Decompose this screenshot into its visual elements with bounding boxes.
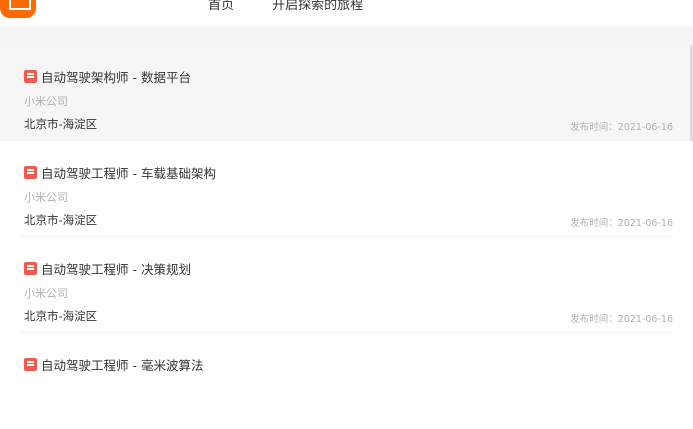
section-gap (0, 28, 693, 45)
job-date: 发布时间：2021-06-16 (570, 122, 673, 133)
job-card[interactable]: 自动驾驶工程师 - 决策规划 小米公司 北京市-海淀区 发布时间：2021-06… (0, 237, 693, 333)
top-navbar: 首页 开启探索的旅程 (0, 0, 693, 28)
job-title[interactable]: 自动驾驶架构师 - 数据平台 (41, 67, 191, 86)
nav-home[interactable]: 首页 (208, 0, 234, 13)
job-title-row: 自动驾驶工程师 - 车载基础架构 (24, 163, 216, 182)
job-location: 北京市-海淀区 (24, 213, 98, 227)
job-card[interactable]: 自动驾驶工程师 - 毫米波算法 (0, 333, 693, 429)
job-location: 北京市-海淀区 (24, 309, 98, 323)
job-title[interactable]: 自动驾驶工程师 - 决策规划 (41, 259, 191, 278)
job-title-row: 自动驾驶架构师 - 数据平台 (24, 67, 191, 86)
nav-explore[interactable]: 开启探索的旅程 (272, 0, 363, 13)
mi-logo-icon[interactable] (0, 0, 36, 18)
job-list: 自动驾驶架构师 - 数据平台 小米公司 北京市-海淀区 发布时间：2021-06… (0, 45, 693, 429)
job-date: 发布时间：2021-06-16 (570, 218, 673, 229)
job-title[interactable]: 自动驾驶工程师 - 毫米波算法 (41, 355, 203, 374)
job-company: 小米公司 (24, 95, 68, 108)
job-company: 小米公司 (24, 287, 68, 300)
job-title-row: 自动驾驶工程师 - 毫米波算法 (24, 355, 203, 374)
job-badge-icon (24, 70, 37, 83)
job-location: 北京市-海淀区 (24, 117, 98, 131)
job-badge-icon (24, 166, 37, 179)
job-title-row: 自动驾驶工程师 - 决策规划 (24, 259, 191, 278)
main-nav: 首页 开启探索的旅程 (208, 0, 397, 13)
job-title[interactable]: 自动驾驶工程师 - 车载基础架构 (41, 163, 216, 182)
job-company: 小米公司 (24, 191, 68, 204)
job-badge-icon (24, 358, 37, 371)
job-badge-icon (24, 262, 37, 275)
job-date: 发布时间：2021-06-16 (570, 314, 673, 325)
job-card[interactable]: 自动驾驶工程师 - 车载基础架构 小米公司 北京市-海淀区 发布时间：2021-… (0, 141, 693, 237)
job-card[interactable]: 自动驾驶架构师 - 数据平台 小米公司 北京市-海淀区 发布时间：2021-06… (0, 45, 693, 141)
